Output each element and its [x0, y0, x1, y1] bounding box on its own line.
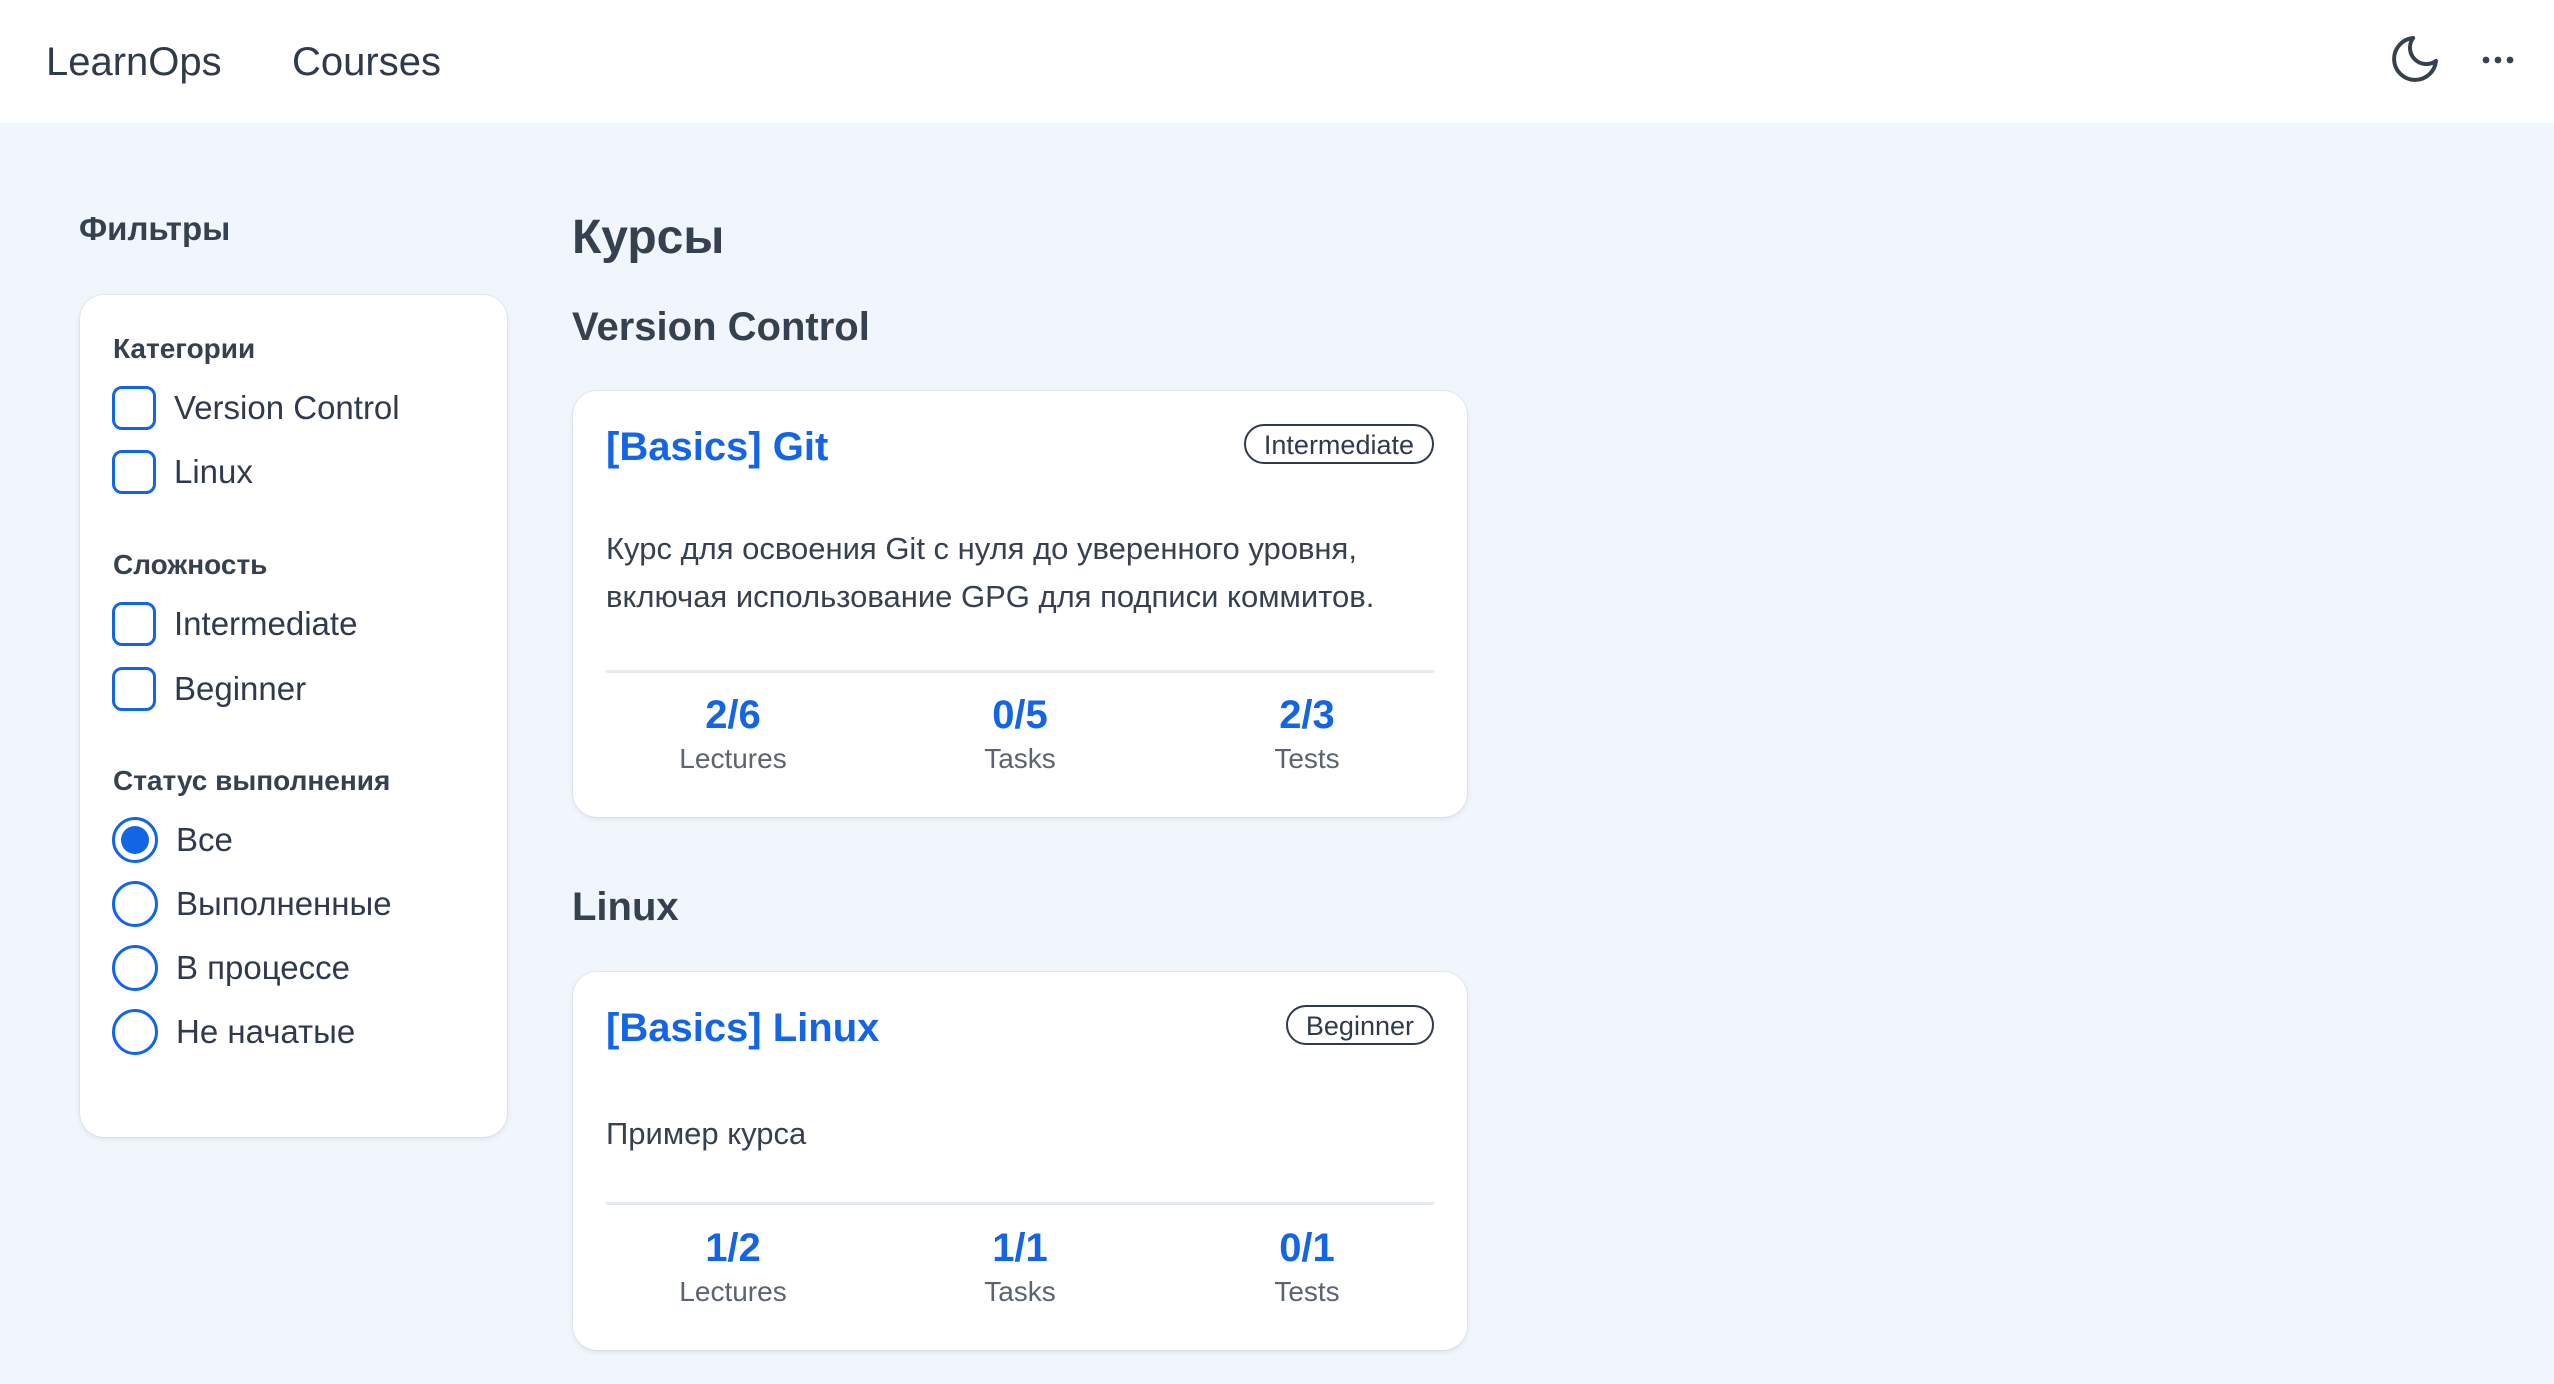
stat-lectures: 1/2 Lectures — [633, 1224, 833, 1310]
nav-link-courses[interactable]: Courses — [292, 34, 441, 90]
radio-button[interactable] — [112, 1009, 158, 1055]
radio-button[interactable] — [112, 881, 158, 927]
filter-option-label: Beginner — [174, 670, 307, 707]
stat-label: Tasks — [984, 1276, 1056, 1307]
stat-label: Lectures — [679, 743, 787, 774]
filter-option-label: Intermediate — [174, 605, 358, 642]
section-title-linux: Linux — [572, 885, 679, 929]
difficulty-badge: Beginner — [1285, 1005, 1434, 1045]
filter-option-label: Выполненные — [176, 885, 392, 922]
filter-status-not-started[interactable]: Не начатые — [112, 1008, 355, 1056]
radio-button-selected[interactable] — [112, 817, 158, 863]
course-card-git[interactable]: [Basics] Git Intermediate Курс для освое… — [573, 391, 1467, 817]
difficulty-label: Сложность — [113, 549, 268, 580]
course-card-linux[interactable]: [Basics] Linux Beginner Пример курса 1/2… — [573, 972, 1467, 1350]
stat-label: Tests — [1274, 1276, 1340, 1307]
filter-status-all[interactable]: Все — [112, 816, 233, 864]
section-title-version-control: Version Control — [572, 305, 870, 349]
course-description: Пример курса — [606, 1116, 807, 1151]
filter-difficulty-beginner[interactable]: Beginner — [112, 665, 306, 713]
stat-label: Tasks — [984, 743, 1056, 774]
checkbox[interactable] — [112, 450, 156, 494]
checkbox[interactable] — [112, 386, 156, 430]
filters-heading: Фильтры — [79, 210, 231, 247]
radio-dot — [121, 826, 149, 854]
moon-icon — [2387, 31, 2443, 92]
stat-tasks: 0/5 Tasks — [920, 691, 1120, 777]
filter-category-version-control[interactable]: Version Control — [112, 384, 400, 432]
stat-tasks: 1/1 Tasks — [920, 1224, 1120, 1310]
radio-button[interactable] — [112, 945, 158, 991]
course-title-link[interactable]: [Basics] Git — [606, 425, 828, 470]
stat-value: 0/1 — [1279, 1226, 1335, 1270]
filter-option-label: Не начатые — [176, 1013, 356, 1050]
filter-difficulty-intermediate[interactable]: Intermediate — [112, 600, 357, 648]
status-label: Статус выполнения — [113, 765, 391, 796]
stat-value: 0/5 — [992, 693, 1048, 737]
categories-label: Категории — [113, 333, 256, 364]
checkbox[interactable] — [112, 602, 156, 646]
page-title: Курсы — [572, 211, 725, 264]
filter-status-in-progress[interactable]: В процессе — [112, 944, 350, 992]
stat-value: 1/2 — [705, 1226, 761, 1270]
course-title-link[interactable]: [Basics] Linux — [606, 1006, 879, 1051]
course-description: Курс для освоения Git с нуля до уверенно… — [606, 531, 1375, 614]
stat-tests: 2/3 Tests — [1207, 691, 1407, 777]
card-divider — [606, 1202, 1434, 1205]
filter-option-label: Version Control — [174, 389, 400, 426]
filter-category-linux[interactable]: Linux — [112, 448, 253, 496]
more-menu-button[interactable] — [2470, 36, 2526, 86]
difficulty-badge: Intermediate — [1243, 424, 1434, 464]
brand-logo-text[interactable]: LearnOps — [46, 34, 222, 90]
more-dots-icon — [2481, 52, 2515, 70]
stat-label: Lectures — [679, 1276, 787, 1307]
theme-toggle-button[interactable] — [2384, 30, 2446, 92]
filter-option-label: Linux — [174, 453, 253, 490]
filter-option-label: В процессе — [176, 949, 350, 986]
stat-value: 1/1 — [992, 1226, 1048, 1270]
stat-label: Tests — [1274, 743, 1340, 774]
top-navbar: LearnOps Courses — [0, 0, 2554, 123]
stat-lectures: 2/6 Lectures — [633, 691, 833, 777]
card-divider — [606, 670, 1434, 673]
stat-value: 2/6 — [705, 693, 761, 737]
filter-option-label: Все — [176, 821, 233, 858]
filter-status-completed[interactable]: Выполненные — [112, 880, 392, 928]
stat-tests: 0/1 Tests — [1207, 1224, 1407, 1310]
stat-value: 2/3 — [1279, 693, 1335, 737]
checkbox[interactable] — [112, 667, 156, 711]
filters-panel: Категории Version Control Linux Сложност… — [80, 295, 507, 1137]
